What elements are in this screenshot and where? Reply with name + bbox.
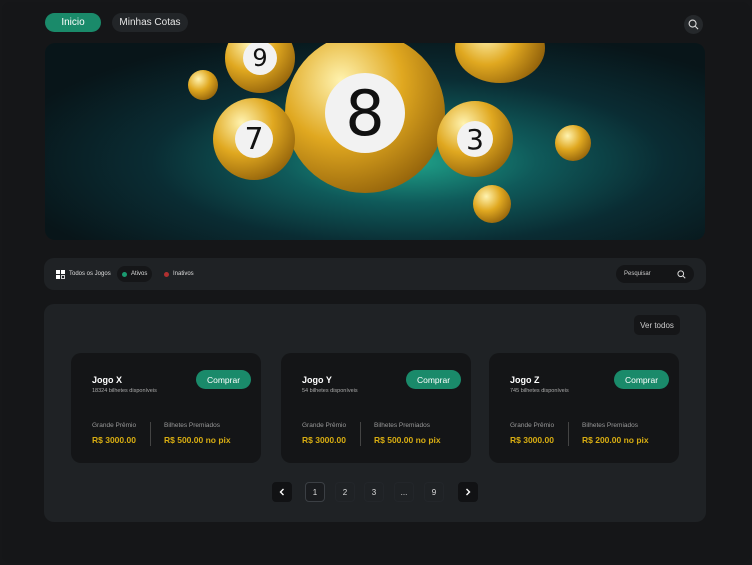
game-card: Jogo X 18324 bilhetes disponíveis Compra… [71, 353, 261, 463]
lottery-ball: 3 [437, 101, 513, 177]
search-icon [688, 19, 699, 30]
tickets-value: R$ 500.00 no pix [374, 435, 441, 445]
lottery-ball [188, 70, 218, 100]
filter-active[interactable]: Ativos [117, 266, 153, 282]
page-button[interactable]: 3 [364, 482, 384, 502]
tab-minhas-cotas[interactable]: Minhas Cotas [112, 13, 188, 32]
prize-label: Grande Prêmio [92, 422, 137, 429]
chevron-left-icon [279, 488, 284, 496]
lottery-ball [473, 185, 511, 223]
lottery-ball: 8 [285, 43, 445, 193]
lottery-ball: 7 [213, 98, 295, 180]
prize-label: Grande Prêmio [510, 422, 555, 429]
games-panel: Ver todos Jogo X 18324 bilhetes disponív… [44, 304, 706, 522]
search-button[interactable] [684, 15, 703, 34]
view-all-button[interactable]: Ver todos [634, 315, 680, 335]
tickets-label: Bilhetes Premiados [164, 422, 220, 429]
prize-label: Grande Prêmio [302, 422, 347, 429]
game-name: Jogo Y [302, 375, 332, 385]
tab-inicio[interactable]: Inicio [45, 13, 101, 32]
tickets-label: Bilhetes Premiados [582, 422, 638, 429]
prize-value: R$ 3000.00 [92, 435, 136, 445]
status-dot [164, 271, 169, 277]
game-card: Jogo Z 745 bilhetes disponíveis Comprar … [489, 353, 679, 463]
tickets-available: 54 bilhetes disponíveis [302, 388, 358, 394]
divider [150, 422, 151, 446]
tickets-available: 18324 bilhetes disponíveis [92, 388, 157, 394]
filter-label: Todos os Jogos [69, 271, 111, 277]
filter-label: Ativos [131, 271, 148, 277]
lottery-ball: 9 [225, 43, 295, 93]
divider [360, 422, 361, 446]
tickets-value: R$ 200.00 no pix [582, 435, 649, 445]
tickets-label: Bilhetes Premiados [374, 422, 430, 429]
buy-button[interactable]: Comprar [406, 370, 461, 389]
lottery-ball [555, 125, 591, 161]
prize-value: R$ 3000.00 [302, 435, 346, 445]
page-button[interactable]: 2 [335, 482, 355, 502]
page-button[interactable]: ... [394, 482, 414, 502]
filter-all-games[interactable]: Todos os Jogos [51, 266, 116, 282]
buy-button[interactable]: Comprar [196, 370, 251, 389]
search-input[interactable]: Pesquisar [616, 265, 694, 283]
prize-value: R$ 3000.00 [510, 435, 554, 445]
filter-bar: Todos os Jogos Ativos Inativos Pesquisar [44, 258, 706, 290]
game-card: Jogo Y 54 bilhetes disponíveis Comprar G… [281, 353, 471, 463]
status-dot [122, 271, 127, 277]
divider [568, 422, 569, 446]
filter-inactive[interactable]: Inativos [159, 266, 199, 282]
search-placeholder: Pesquisar [624, 271, 651, 277]
lottery-ball [455, 43, 545, 83]
tickets-available: 745 bilhetes disponíveis [510, 388, 569, 394]
game-name: Jogo X [92, 375, 123, 385]
prev-page-button[interactable] [272, 482, 292, 502]
chevron-right-icon [466, 488, 471, 496]
search-icon [677, 269, 686, 279]
buy-button[interactable]: Comprar [614, 370, 669, 389]
hero-banner: 9 8 7 3 [45, 43, 705, 240]
page-button[interactable]: 1 [305, 482, 325, 502]
next-page-button[interactable] [458, 482, 478, 502]
tickets-value: R$ 500.00 no pix [164, 435, 231, 445]
filter-label: Inativos [173, 271, 194, 277]
grid-icon [56, 269, 65, 279]
game-name: Jogo Z [510, 375, 540, 385]
page-button[interactable]: 9 [424, 482, 444, 502]
